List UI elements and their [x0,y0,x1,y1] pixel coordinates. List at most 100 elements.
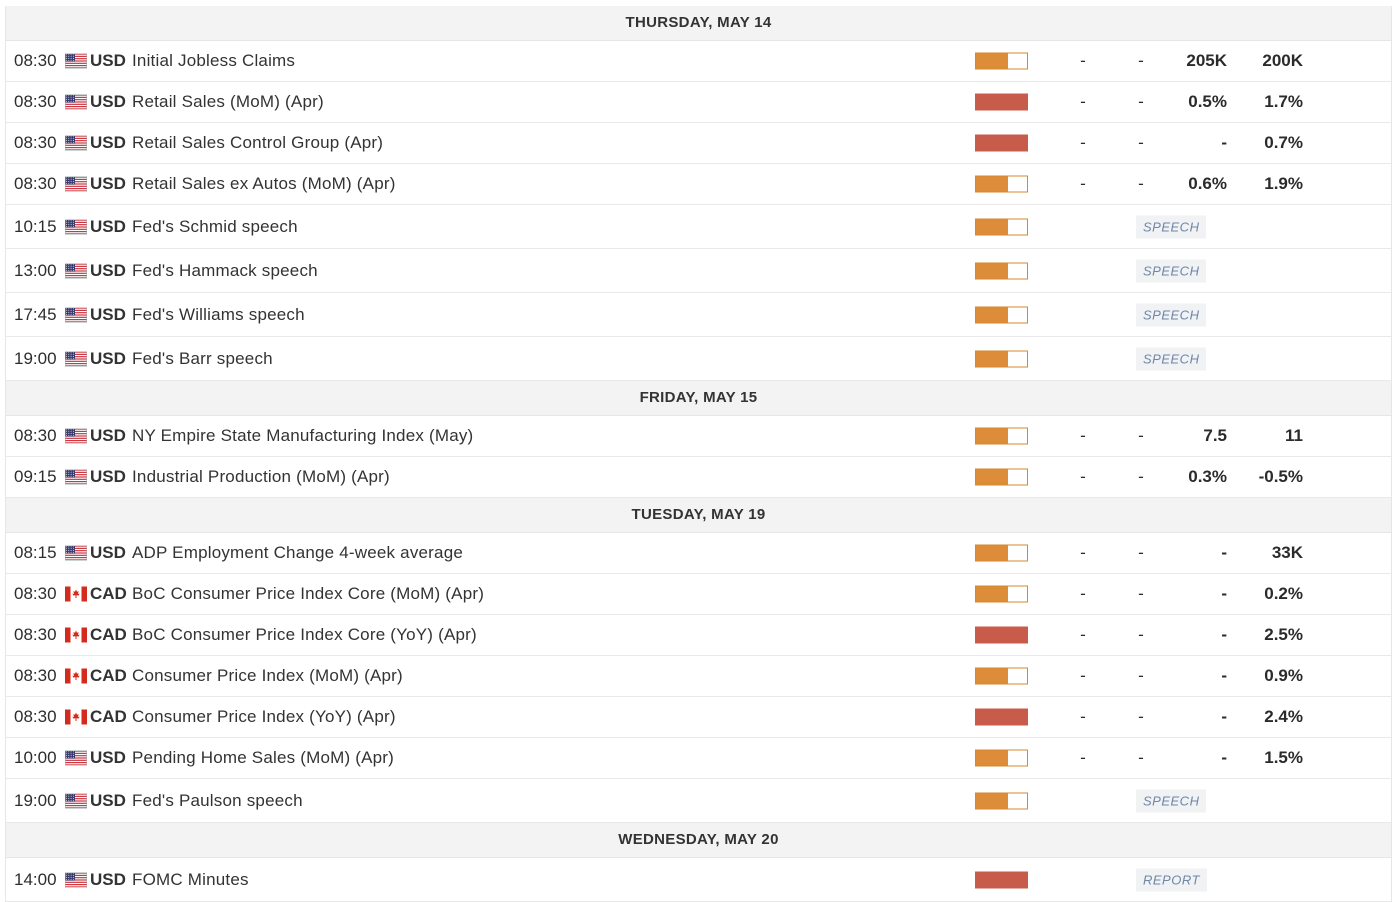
consensus-value: 0.5% [1188,92,1227,111]
consensus-value: 0.3% [1188,467,1227,486]
event-name[interactable]: Fed's Paulson speech [132,791,303,811]
event-row[interactable]: 08:30 USD Initial Jobless Claims - - 205K 200K [6,41,1391,82]
event-name[interactable]: Consumer Price Index (MoM) (Apr) [132,666,403,686]
event-row[interactable]: 17:45 USD Fed's Williams speech SPEECH [6,293,1391,337]
event-time: 08:30 [14,426,57,445]
actual-value: - [1080,174,1086,193]
event-time: 19:00 [14,790,57,810]
event-row[interactable]: 08:30 CAD Consumer Price Index (YoY) (Apr)… [6,697,1391,738]
report-tag: REPORT [1136,868,1207,891]
event-name[interactable]: Fed's Hammack speech [132,261,318,281]
event-time: 08:30 [14,51,57,70]
consensus-value: - [1221,748,1227,767]
consensus-value: - [1221,625,1227,644]
ca-flag-icon [65,709,87,725]
event-name[interactable]: Consumer Price Index (YoY) (Apr) [132,707,396,727]
event-time: 19:00 [14,348,57,368]
us-flag-icon [65,469,87,485]
event-time: 08:15 [14,543,57,562]
us-flag-icon [65,750,87,766]
volatility-medium-indicator [975,262,1028,279]
event-time: 08:30 [14,133,57,152]
us-flag-icon [65,219,87,234]
event-row[interactable]: 10:00 USD Pending Home Sales (MoM) (Apr) - -… [6,738,1391,779]
event-name[interactable]: Fed's Williams speech [132,305,305,325]
event-row[interactable]: 13:00 USD Fed's Hammack speech SPEECH [6,249,1391,293]
event-time: 08:30 [14,174,57,193]
day-header: TUESDAY, MAY 19 [6,498,1391,533]
us-flag-icon [65,53,87,69]
event-time: 09:15 [14,467,57,486]
consensus-value: - [1221,707,1227,726]
event-name[interactable]: Industrial Production (MoM) (Apr) [132,467,390,487]
event-name[interactable]: NY Empire State Manufacturing Index (May… [132,426,473,446]
economic-calendar: THURSDAY, MAY 14 08:30 USD Initial Jobless … [5,6,1392,902]
event-row[interactable]: 08:30 USD NY Empire State Manufacturing In… [6,416,1391,457]
event-row[interactable]: 08:30 CAD BoC Consumer Price Index Core (Y… [6,615,1391,656]
event-currency: USD [90,260,126,280]
event-time: 08:30 [14,666,57,685]
event-currency: CAD [90,625,127,644]
event-currency: CAD [90,707,127,726]
event-name[interactable]: Initial Jobless Claims [132,51,295,71]
deviation-value: - [1138,133,1144,152]
ca-flag-icon [65,586,87,602]
us-flag-icon [65,94,87,110]
actual-value: - [1080,584,1086,603]
event-name[interactable]: BoC Consumer Price Index Core (MoM) (Apr… [132,584,484,604]
event-currency: USD [90,348,126,368]
previous-value: 1.9% [1264,174,1303,193]
consensus-value: 205K [1186,51,1227,70]
deviation-value: - [1138,543,1144,562]
event-name[interactable]: ADP Employment Change 4-week average [132,543,463,563]
event-name[interactable]: BoC Consumer Price Index Core (YoY) (Apr… [132,625,477,645]
event-time: 17:45 [14,304,57,324]
event-currency: USD [90,92,126,111]
event-name[interactable]: Retail Sales ex Autos (MoM) (Apr) [132,174,396,194]
event-name[interactable]: Fed's Barr speech [132,349,273,369]
event-time: 10:00 [14,748,57,767]
event-row[interactable]: 08:30 USD Retail Sales ex Autos (MoM) (Apr… [6,164,1391,205]
event-row[interactable]: 08:30 CAD Consumer Price Index (MoM) (Apr)… [6,656,1391,697]
event-time: 13:00 [14,260,57,280]
event-row[interactable]: 08:30 CAD BoC Consumer Price Index Core (M… [6,574,1391,615]
event-row[interactable]: 09:15 USD Industrial Production (MoM) (Apr… [6,457,1391,498]
previous-value: 0.2% [1264,584,1303,603]
us-flag-icon [65,793,87,808]
actual-value: - [1080,625,1086,644]
volatility-medium-indicator [975,427,1028,445]
event-currency: USD [90,216,126,236]
event-currency: USD [90,426,126,445]
event-name[interactable]: FOMC Minutes [132,870,249,890]
event-currency: USD [90,51,126,70]
event-name[interactable]: Pending Home Sales (MoM) (Apr) [132,748,394,768]
event-time: 08:30 [14,625,57,644]
event-row[interactable]: 14:00 USD FOMC Minutes REPORT [6,858,1391,902]
event-name[interactable]: Fed's Schmid speech [132,217,298,237]
consensus-value: 0.6% [1188,174,1227,193]
actual-value: - [1080,467,1086,486]
speech-tag: SPEECH [1136,789,1207,812]
actual-value: - [1080,748,1086,767]
event-currency: USD [90,543,126,562]
consensus-value: - [1221,666,1227,685]
event-row[interactable]: 08:15 USD ADP Employment Change 4-week ave… [6,533,1391,574]
actual-value: - [1080,92,1086,111]
volatility-medium-indicator [975,175,1028,193]
event-row[interactable]: 19:00 USD Fed's Paulson speech SPEECH [6,779,1391,823]
event-row[interactable]: 08:30 USD Retail Sales (MoM) (Apr) - - 0.5% 1.… [6,82,1391,123]
event-currency: USD [90,869,126,889]
volatility-medium-indicator [975,544,1028,562]
previous-value: 1.5% [1264,748,1303,767]
volatility-medium-indicator [975,350,1028,367]
event-row[interactable]: 10:15 USD Fed's Schmid speech SPEECH [6,205,1391,249]
volatility-high-indicator [975,626,1028,644]
volatility-medium-indicator [975,52,1028,70]
volatility-high-indicator [975,708,1028,726]
event-time: 08:30 [14,92,57,111]
event-name[interactable]: Retail Sales Control Group (Apr) [132,133,383,153]
event-row[interactable]: 19:00 USD Fed's Barr speech SPEECH [6,337,1391,381]
event-row[interactable]: 08:30 USD Retail Sales Control Group (Apr)… [6,123,1391,164]
event-time: 08:30 [14,707,57,726]
event-name[interactable]: Retail Sales (MoM) (Apr) [132,92,324,112]
